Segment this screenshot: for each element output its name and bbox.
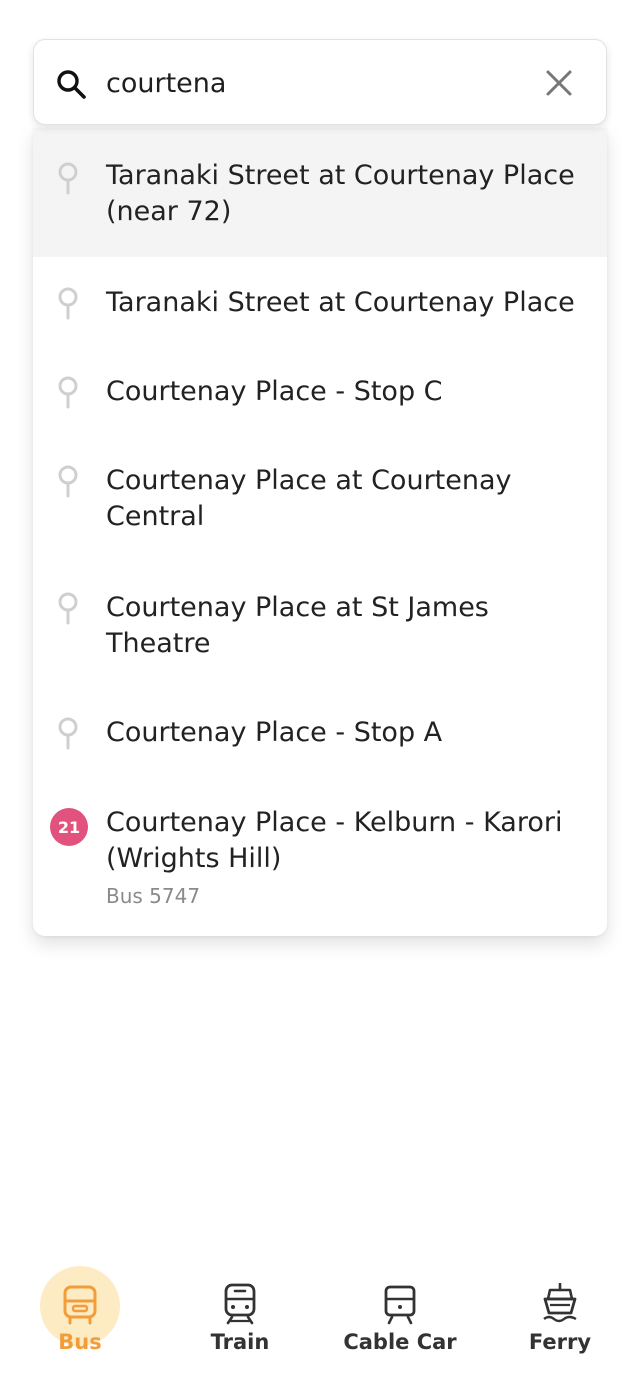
result-subtitle: Bus 5747: [106, 884, 201, 908]
tab-bus[interactable]: Bus: [0, 1250, 160, 1386]
search-icon: [57, 70, 86, 99]
cable-car-icon: [384, 1285, 416, 1325]
tab-cable-car[interactable]: Cable Car: [320, 1250, 480, 1386]
result-item[interactable]: Courtenay Place - Stop C: [33, 345, 607, 433]
ferry-icon: [543, 1283, 577, 1323]
result-title: Courtenay Place - Kelburn - Karori (Wrig…: [106, 807, 563, 874]
bus-icon: [63, 1285, 97, 1325]
tab-label: Cable Car: [343, 1330, 457, 1354]
tab-label: Ferry: [528, 1330, 592, 1354]
location-pin-icon: [58, 465, 78, 498]
search-bar[interactable]: [33, 39, 607, 125]
result-title: Courtenay Place - Stop C: [106, 376, 443, 407]
tab-ferry[interactable]: Ferry: [480, 1250, 640, 1386]
transport-mode-tab-bar: Bus Train Cable Car Ferry: [0, 1250, 640, 1386]
tab-label: Train: [210, 1330, 270, 1354]
result-item[interactable]: Courtenay Place at St James Theatre: [33, 560, 607, 686]
train-icon: [224, 1283, 256, 1325]
result-item[interactable]: Taranaki Street at Courtenay Place: [33, 257, 607, 345]
result-title: Taranaki Street at Courtenay Place: [106, 287, 575, 318]
location-pin-icon: [58, 376, 78, 409]
result-item[interactable]: Taranaki Street at Courtenay Place (near…: [33, 128, 607, 257]
result-item[interactable]: Courtenay Place at Courtenay Central: [33, 433, 607, 560]
result-title: Courtenay Place - Stop A: [106, 717, 443, 748]
location-pin-icon: [58, 592, 78, 625]
result-title: Courtenay Place at Courtenay Central: [106, 465, 512, 532]
search-results-list: Taranaki Street at Courtenay Place (near…: [33, 128, 607, 936]
location-pin-icon: [58, 717, 78, 750]
result-title: Taranaki Street at Courtenay Place (near…: [106, 160, 575, 227]
location-pin-icon: [58, 287, 78, 320]
close-icon[interactable]: [542, 66, 576, 100]
result-title: Courtenay Place at St James Theatre: [106, 592, 489, 659]
route-badge: 21: [50, 808, 88, 846]
result-item[interactable]: Courtenay Place - Stop A: [33, 686, 607, 775]
tab-train[interactable]: Train: [160, 1250, 320, 1386]
search-input[interactable]: [106, 58, 526, 108]
location-pin-icon: [58, 162, 78, 195]
tab-label: Bus: [58, 1330, 102, 1354]
